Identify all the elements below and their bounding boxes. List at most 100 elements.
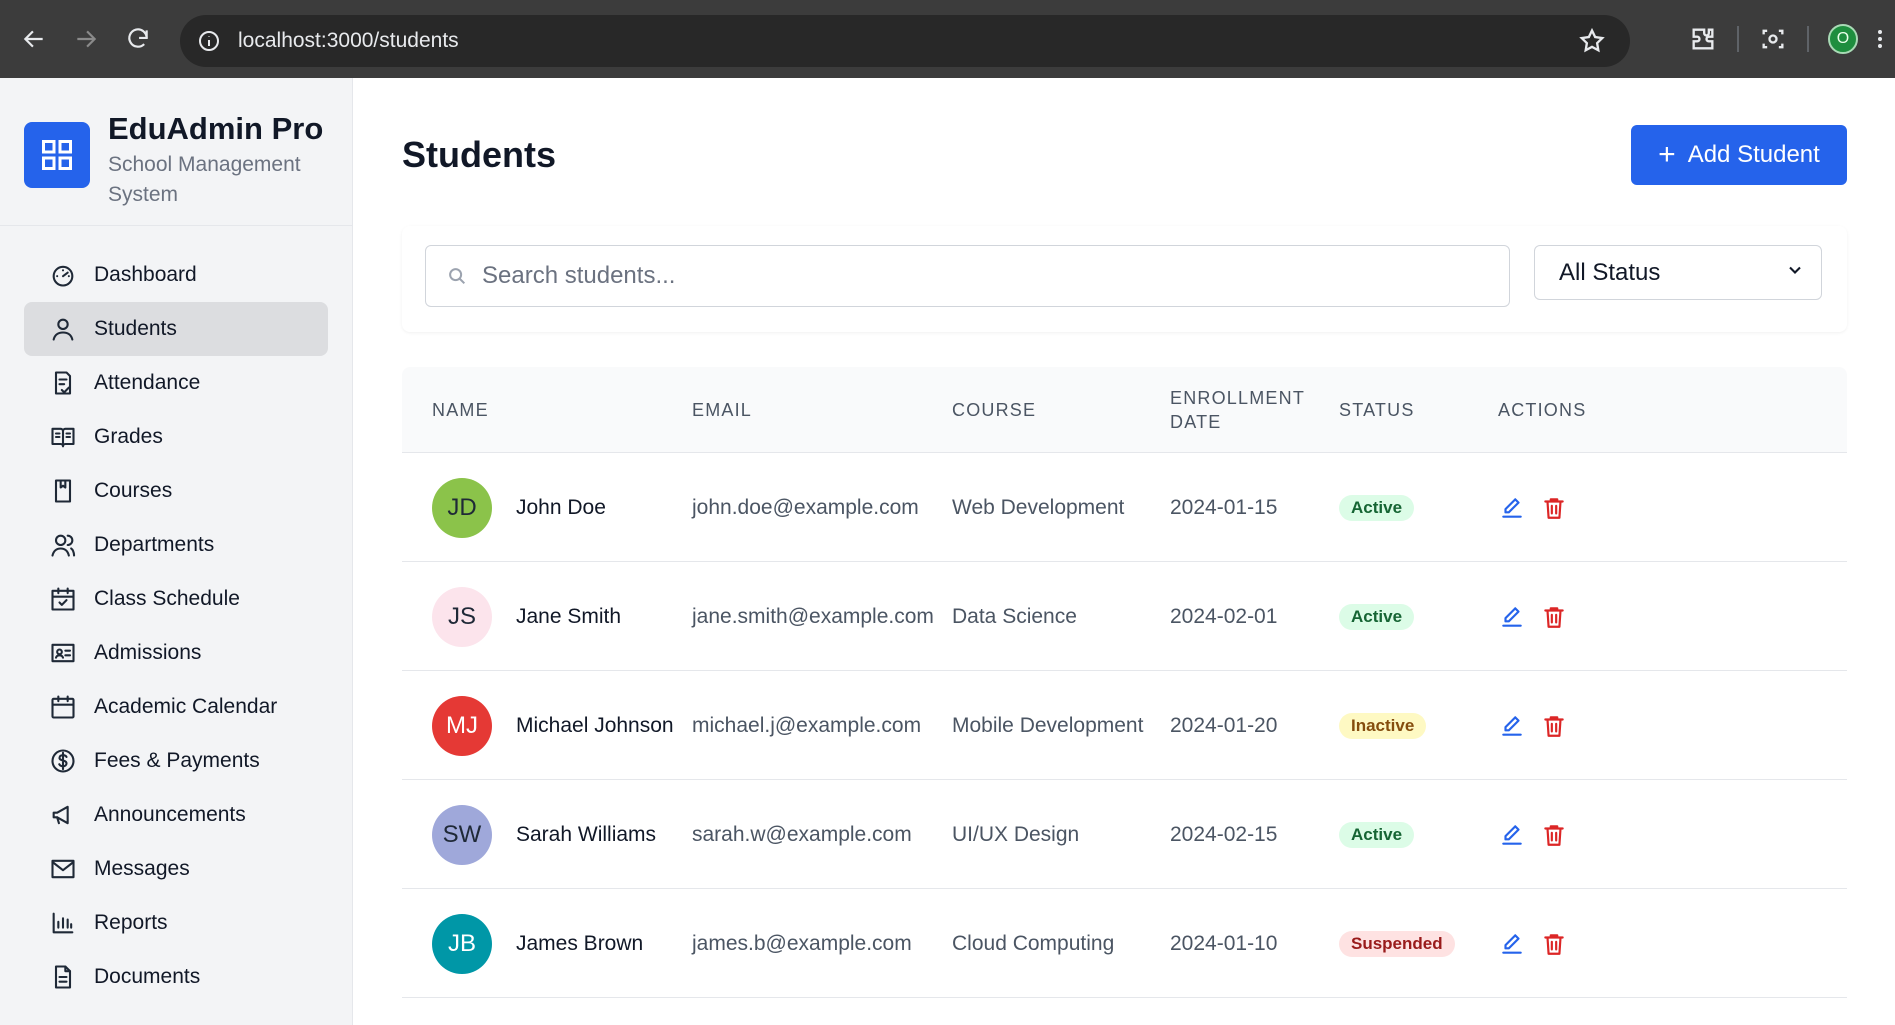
trash-icon[interactable] (1540, 603, 1568, 631)
name-cell: MJ Michael Johnson (432, 671, 674, 780)
status-cell: Active (1339, 780, 1415, 889)
table-header: NAME EMAIL COURSE ENROLLMENT DATE STATUS ACTI… (402, 367, 1847, 453)
status-badge: Suspended (1339, 930, 1455, 957)
sidebar-item-label: Fees & Payments (94, 749, 260, 772)
arrow-right-icon (77, 30, 97, 48)
status-cell: Active (1339, 562, 1415, 671)
student-course: Web Development (952, 495, 1125, 519)
sidebar-item-announcements[interactable]: Announcements (24, 788, 328, 842)
add-student-button[interactable]: + Add Student (1631, 125, 1847, 185)
dashboard-icon (48, 260, 78, 290)
sidebar-item-label: Attendance (94, 371, 201, 394)
search-input[interactable] (482, 262, 1462, 290)
brand-title: EduAdmin Pro (108, 111, 324, 146)
status-filter-select[interactable]: All Status (1534, 245, 1822, 300)
sidebar-item-reports[interactable]: Reports (24, 896, 328, 950)
sidebar-item-courses[interactable]: Courses (24, 464, 328, 518)
name-cell: JS Jane Smith (432, 562, 621, 671)
table-body: JD John Doe john.doe@example.com Web Develo… (402, 453, 1847, 998)
reload-button[interactable] (116, 17, 160, 61)
back-button[interactable] (12, 17, 56, 61)
sidebar-item-dashboard[interactable]: Dashboard (24, 248, 328, 302)
sidebar-item-label: Students (94, 317, 177, 340)
brand-header: EduAdmin Pro School Management System (0, 78, 352, 226)
sidebar-item-grades[interactable]: Grades (24, 410, 328, 464)
enrollment-date: 2024-01-10 (1170, 931, 1278, 955)
column-header-course: COURSE (952, 400, 1037, 420)
actions-cell (1498, 453, 1568, 562)
sidebar-item-messages[interactable]: Messages (24, 842, 328, 896)
student-name: James Brown (516, 931, 644, 955)
address-bar[interactable]: localhost:3000/students (180, 15, 1630, 67)
trash-icon[interactable] (1540, 930, 1568, 958)
browser-actions: O (1681, 0, 1895, 78)
status-badge: Active (1339, 603, 1415, 630)
table-row: JS Jane Smith jane.smith@example.com Data S… (402, 562, 1847, 671)
browser-toolbar: localhost:3000/students O (0, 0, 1895, 78)
sidebar-item-label: Documents (94, 965, 201, 988)
grid-logo-icon (24, 122, 90, 188)
sidebar-item-documents[interactable]: Documents (24, 950, 328, 1004)
name-cell: JB James Brown (432, 889, 643, 998)
site-info-icon[interactable] (194, 26, 224, 56)
extensions-icon[interactable] (1681, 17, 1725, 61)
sidebar-item-label: Academic Calendar (94, 695, 278, 718)
student-email: james.b@example.com (692, 931, 912, 955)
sidebar-item-fees-payments[interactable]: Fees & Payments (24, 734, 328, 788)
profile-avatar[interactable]: O (1821, 17, 1865, 61)
megaphone-icon (48, 800, 78, 830)
trash-icon[interactable] (1540, 494, 1568, 522)
edit-icon[interactable] (1498, 494, 1526, 522)
reload-icon (128, 28, 148, 48)
edit-icon[interactable] (1498, 603, 1526, 631)
edit-icon[interactable] (1498, 712, 1526, 740)
sidebar-item-admissions[interactable]: Admissions (24, 626, 328, 680)
trash-icon[interactable] (1540, 821, 1568, 849)
forward-button[interactable] (64, 17, 108, 61)
book-open-icon (48, 422, 78, 452)
avatar: SW (432, 804, 492, 865)
status-badge: Inactive (1339, 712, 1427, 739)
sidebar-item-label: Dashboard (94, 263, 197, 286)
trash-icon[interactable] (1540, 712, 1568, 740)
actions-cell (1498, 780, 1568, 889)
toolbar-divider (1807, 26, 1809, 52)
enrollment-date: 2024-01-15 (1170, 495, 1278, 519)
search-field[interactable] (425, 245, 1510, 307)
sidebar-item-academic-calendar[interactable]: Academic Calendar (24, 680, 328, 734)
search-icon (446, 265, 468, 287)
status-cell: Suspended (1339, 889, 1455, 998)
name-cell: JD John Doe (432, 453, 606, 562)
sidebar-item-attendance[interactable]: Attendance (24, 356, 328, 410)
status-badge: Active (1339, 494, 1415, 521)
student-name: Sarah Williams (516, 822, 657, 846)
edit-icon[interactable] (1498, 930, 1526, 958)
table-row: MJ Michael Johnson michael.j@example.com Mo… (402, 671, 1847, 780)
column-header-name: NAME (432, 400, 489, 420)
sidebar-item-students[interactable]: Students (24, 302, 328, 356)
chevron-down-icon (1785, 259, 1805, 287)
student-email: sarah.w@example.com (692, 822, 912, 846)
edit-icon[interactable] (1498, 821, 1526, 849)
sidebar-item-departments[interactable]: Departments (24, 518, 328, 572)
sidebar-item-label: Announcements (94, 803, 246, 826)
screenshot-icon[interactable] (1751, 17, 1795, 61)
brand-subtitle: School Management System (108, 153, 301, 207)
arrow-left-icon (23, 30, 43, 48)
mail-icon (48, 854, 78, 884)
student-course: Cloud Computing (952, 931, 1115, 955)
sidebar-item-class-schedule[interactable]: Class Schedule (24, 572, 328, 626)
bookmark-star-icon[interactable] (1578, 27, 1606, 60)
column-header-actions: ACTIONS (1498, 400, 1587, 420)
student-email: jane.smith@example.com (692, 604, 934, 628)
status-cell: Inactive (1339, 671, 1427, 780)
avatar: JD (432, 477, 492, 538)
avatar: MJ (432, 695, 492, 756)
browser-menu-icon[interactable] (1865, 17, 1895, 61)
id-card-icon (48, 638, 78, 668)
column-header-status: STATUS (1339, 400, 1415, 420)
plus-icon: + (1658, 138, 1676, 171)
status-badge: Active (1339, 821, 1415, 848)
url-text: localhost:3000/students (238, 29, 459, 52)
document-icon (48, 962, 78, 992)
